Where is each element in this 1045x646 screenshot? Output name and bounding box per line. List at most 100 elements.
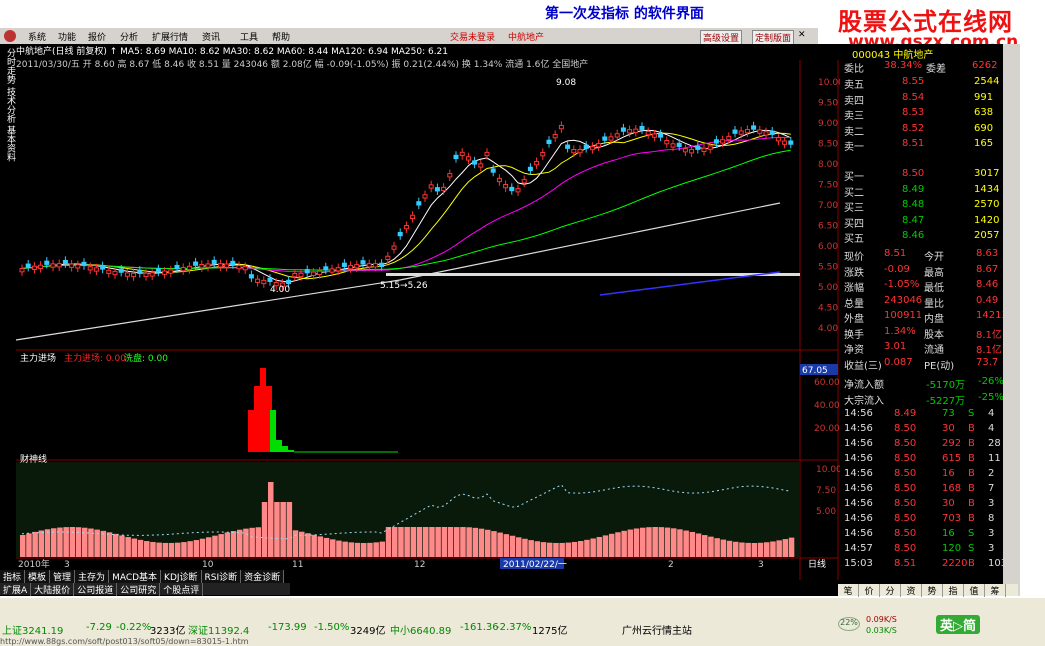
tick-volume: 16: [942, 528, 955, 539]
ind2-bar: [695, 533, 702, 557]
panel-tab[interactable]: 分: [880, 584, 901, 597]
tick-price: 8.50: [894, 498, 917, 509]
ind2-bar: [379, 541, 386, 557]
indicator-tab[interactable]: 资金诊断: [241, 570, 285, 583]
tick-direction: B: [968, 468, 975, 479]
stat-row: 现价 8.51 今开 8.63: [842, 248, 1002, 263]
price-tick: 5.00: [818, 283, 838, 293]
period-label[interactable]: 日线: [808, 558, 826, 570]
candle: [720, 139, 726, 144]
ind2-bar: [671, 528, 677, 557]
ind2-bar: [255, 527, 262, 557]
zx-pct: -2.37%: [496, 622, 532, 633]
candle: [193, 261, 199, 266]
info-tab[interactable]: 扩展A: [0, 583, 32, 596]
info-tab[interactable]: 个股点评: [160, 583, 204, 596]
candle: [31, 265, 37, 270]
sell-level: 卖二 8.52 690: [842, 123, 1002, 138]
sh-index[interactable]: 上证3241.19: [2, 622, 63, 637]
candle: [639, 125, 645, 131]
panel-tab[interactable]: 笔: [838, 584, 859, 597]
flow-row: 大宗流入 -5227万 -25%: [842, 392, 1004, 407]
tick-direction: B: [968, 438, 975, 449]
ind1-b: 洗盘: 0.00: [124, 352, 168, 364]
candle: [379, 262, 385, 268]
panel-tab[interactable]: 值: [964, 584, 985, 597]
indicator-tab[interactable]: KDJ诊断: [161, 570, 202, 583]
indicator-tab[interactable]: 管理: [50, 570, 76, 583]
indicator-tab[interactable]: RSI诊断: [201, 570, 242, 583]
candle: [410, 214, 416, 220]
tick-volume: 120: [942, 543, 962, 554]
tick-time: 14:57: [844, 543, 873, 554]
tick-direction: S: [968, 543, 975, 554]
tick-price: 8.50: [894, 483, 917, 494]
tick-time: 14:56: [844, 483, 873, 494]
ind2-bar: [720, 539, 727, 557]
candle: [87, 266, 93, 271]
stat-label: 量比: [924, 298, 944, 310]
price-tick: 4.50: [818, 304, 838, 314]
candle: [447, 173, 453, 178]
stat-value: 73.7: [976, 356, 999, 368]
weibi-value: 38.34%: [884, 60, 923, 71]
tick-direction: B: [968, 558, 975, 569]
tick-time: 14:56: [844, 528, 873, 539]
price-tick: 6.50: [818, 222, 838, 232]
sell-level: 卖一 8.51 165: [842, 138, 1002, 153]
info-tab[interactable]: 公司研究: [117, 583, 161, 596]
ind2-bar: [100, 530, 107, 557]
panel-tab[interactable]: 指: [943, 584, 964, 597]
tick-row: 14:56 8.50 292 B 28: [842, 438, 1002, 453]
level-price: 8.46: [902, 230, 925, 241]
zx-index[interactable]: 中小6640.89: [390, 622, 451, 637]
candle: [335, 267, 341, 272]
info-tab[interactable]: 大陆报价: [31, 583, 75, 596]
indicator-tab[interactable]: 模板: [25, 570, 51, 583]
x-tick: 11: [292, 560, 303, 570]
level-label: 买二: [844, 187, 864, 199]
candle: [465, 156, 471, 161]
price-tick: 8.00: [818, 160, 838, 170]
candle: [651, 133, 657, 138]
ind1-tick: 40.00: [814, 401, 840, 411]
ind2-bar: [435, 527, 441, 557]
candle: [744, 129, 750, 134]
indicator-tabs: 指标 模板 管理 主存为 MACD基本 KDJ诊断 RSI诊断 资金诊断: [0, 570, 290, 583]
candle: [255, 278, 261, 283]
stat-row: 换手 1.34% 股本 8.1亿: [842, 326, 1002, 341]
tick-price: 8.50: [894, 438, 917, 449]
indicator-tab[interactable]: MACD基本: [109, 570, 162, 583]
panel-tab[interactable]: 筹: [985, 584, 1006, 597]
candle: [713, 139, 719, 144]
candle: [596, 143, 602, 148]
stat-value: 8.63: [976, 248, 999, 259]
indicator-tab[interactable]: 主存为: [75, 570, 110, 583]
stat-label: PE(动): [924, 360, 955, 372]
low2-label: 5.15→5.26: [380, 281, 428, 291]
ind2-bar: [565, 542, 572, 557]
candle: [757, 129, 763, 134]
ind2-bar: [20, 535, 26, 557]
right-toolbar[interactable]: [1003, 44, 1020, 596]
indicator-tab[interactable]: 指标: [0, 570, 26, 583]
sz-index[interactable]: 深证11392.4: [188, 622, 249, 637]
panel-tab[interactable]: 资: [901, 584, 922, 597]
candle: [106, 269, 112, 275]
panel-tab[interactable]: 价: [859, 584, 880, 597]
ind2-bar: [385, 527, 392, 557]
tick-count: 8: [988, 513, 995, 524]
candle: [38, 264, 44, 269]
sz-amount: 3249亿: [350, 626, 386, 637]
panel-tab[interactable]: 势: [922, 584, 943, 597]
stat-label: 今开: [924, 252, 944, 263]
info-tab[interactable]: 公司报道: [74, 583, 118, 596]
server-info[interactable]: 广州云行情主站: [622, 622, 692, 637]
tick-time: 14:56: [844, 453, 873, 464]
tick-volume: 292: [942, 438, 962, 449]
price-tick: 7.00: [818, 201, 838, 211]
candle: [441, 186, 447, 192]
candle: [602, 136, 608, 141]
ind2-bar: [770, 541, 776, 557]
stat-label: 内盘: [924, 314, 944, 325]
